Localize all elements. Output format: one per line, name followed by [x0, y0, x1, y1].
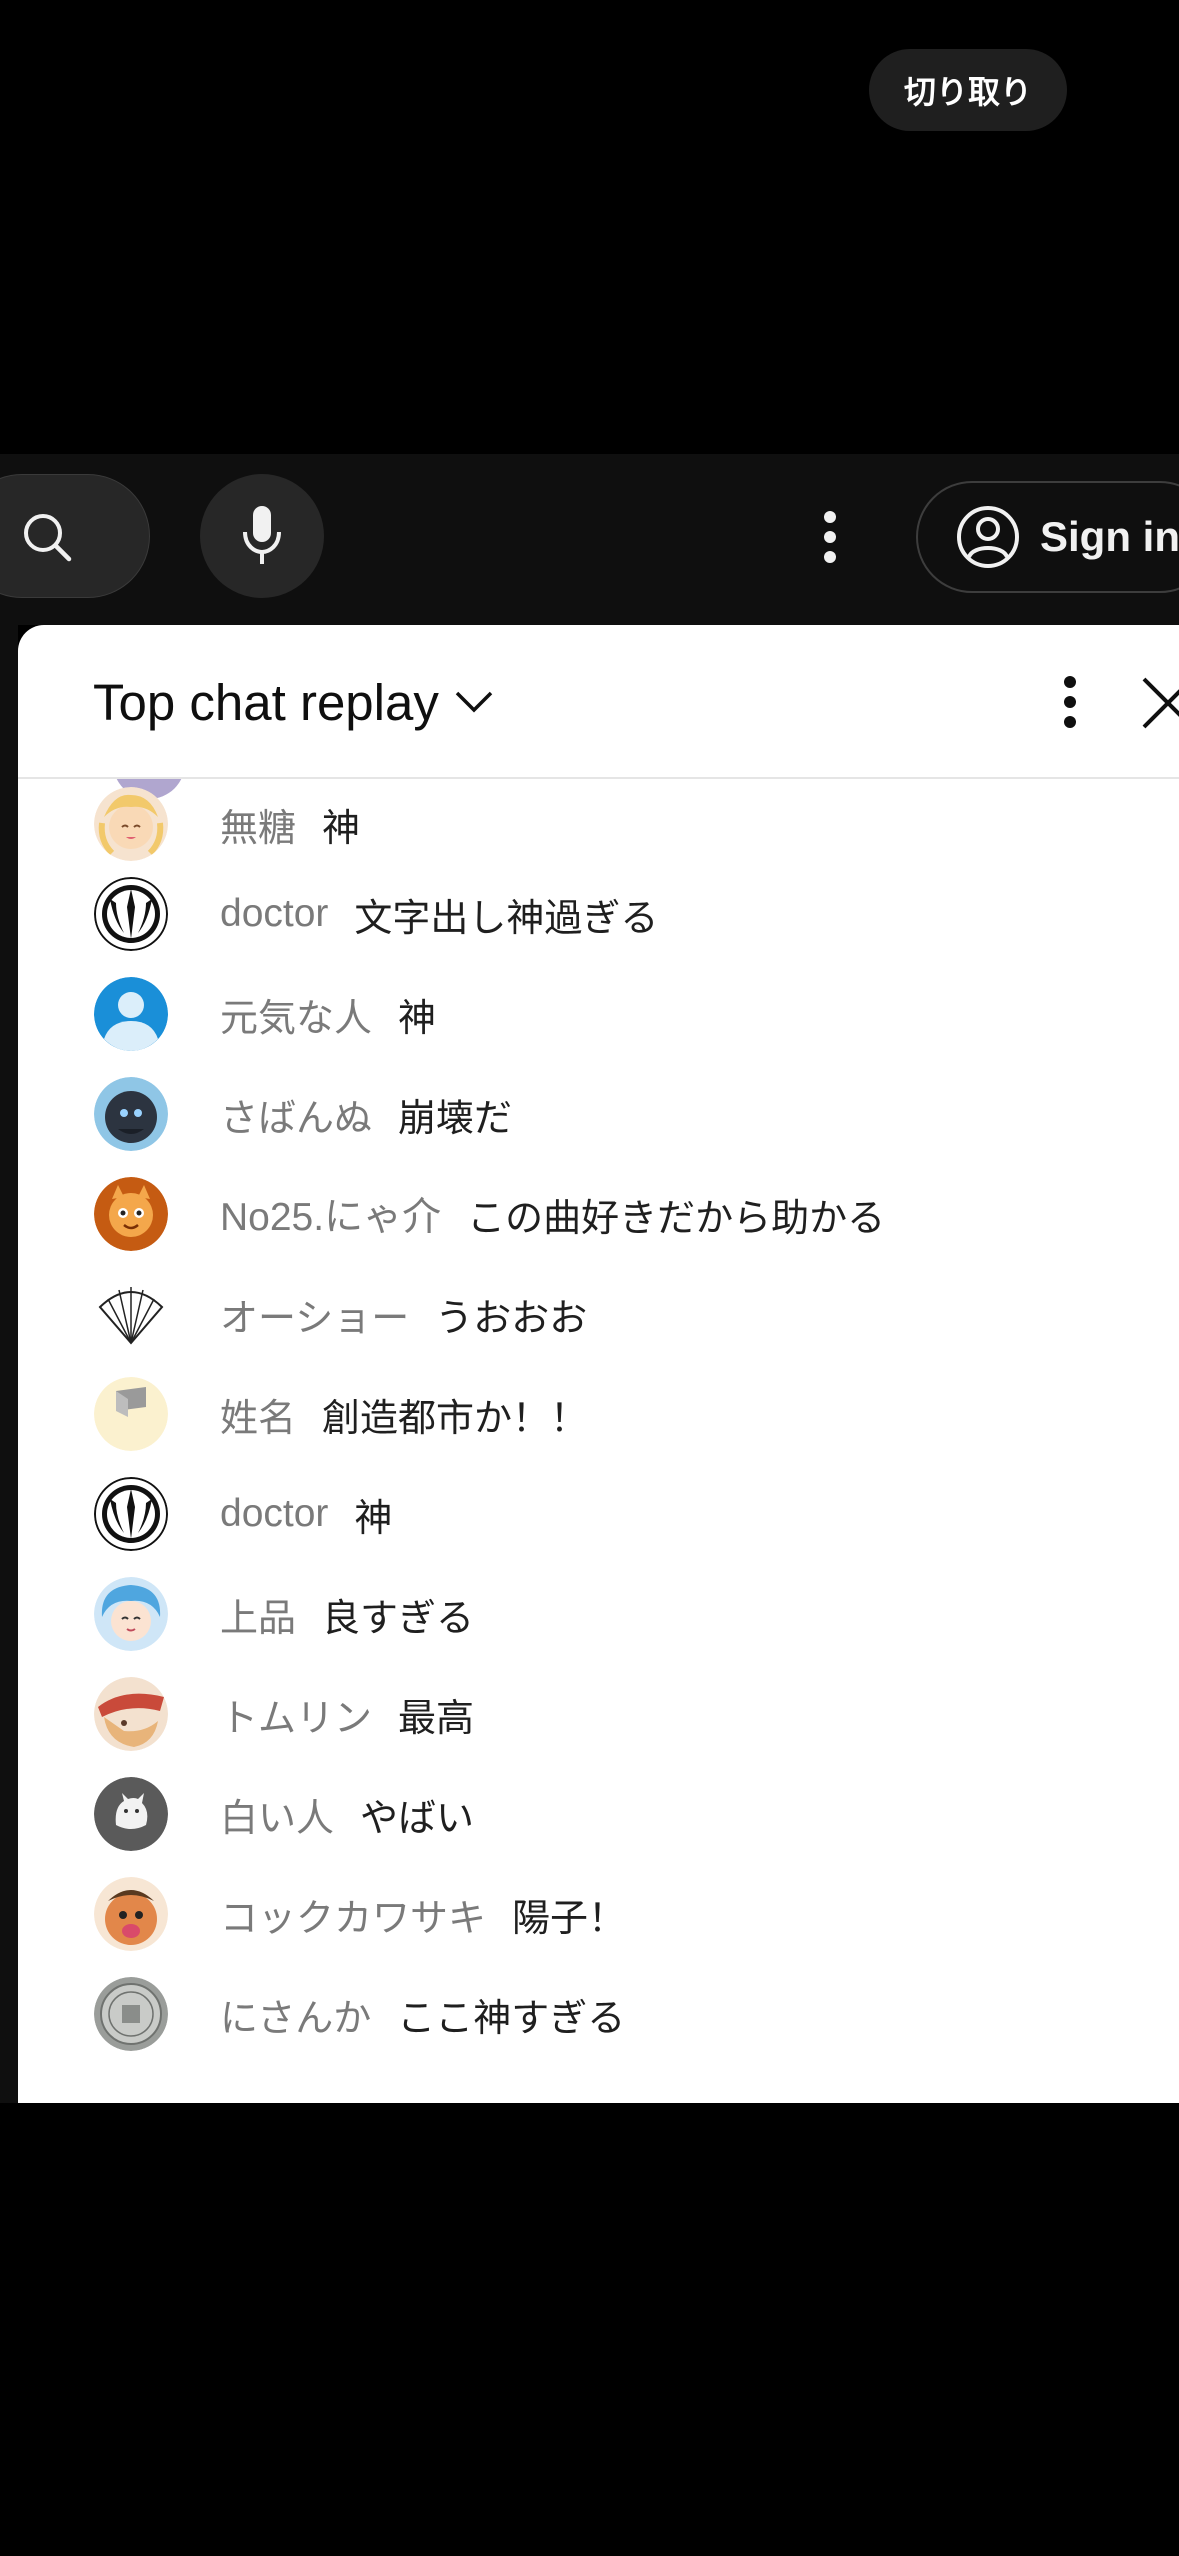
chat-mode-dropdown[interactable]: Top chat replay — [93, 667, 495, 737]
bottom-area — [0, 2103, 1179, 2556]
close-icon[interactable] — [1138, 671, 1179, 733]
avatar — [94, 1377, 168, 1451]
more-vertical-icon — [824, 511, 836, 563]
chat-message: 無糖 神 — [18, 779, 1179, 869]
chat-author[interactable]: 元気な人 — [220, 987, 372, 1042]
chat-message: トムリン 最高 — [18, 1669, 1179, 1759]
avatar — [94, 1277, 168, 1351]
chat-message: 上品 良すぎる — [18, 1569, 1179, 1659]
chat-text: 神 — [398, 995, 437, 1040]
chat-author[interactable]: doctor — [220, 892, 328, 936]
chat-author[interactable]: にさんか — [220, 1987, 371, 2042]
sign-in-label: Sign in — [1040, 513, 1179, 560]
avatar — [94, 977, 168, 1051]
chat-header: Top chat replay — [18, 625, 1179, 779]
chat-author[interactable]: 上品 — [220, 1587, 296, 1642]
chat-message: コックカワサキ 陽子！ — [18, 1869, 1179, 1959]
chat-text: 文字出し神過ぎる — [354, 895, 659, 940]
chat-author[interactable]: さばんぬ — [220, 1087, 372, 1142]
mic-icon — [243, 506, 281, 564]
chat-text: 神 — [354, 1495, 393, 1540]
chat-message: doctor 文字出し神過ぎる — [18, 869, 1179, 959]
chat-message: オーショー うおおお — [18, 1269, 1179, 1359]
chat-message: 姓名 創造都市か！！ — [18, 1369, 1179, 1459]
account-circle-icon — [957, 506, 1019, 568]
crop-button[interactable]: 切り取り — [869, 49, 1067, 131]
chat-message: にさんか ここ神すぎる — [18, 1969, 1179, 2059]
chat-message: さばんぬ 崩壊だ — [18, 1069, 1179, 1159]
chat-message: 白い人 やばい — [18, 1769, 1179, 1859]
chat-text: 崩壊だ — [398, 1095, 513, 1140]
chat-text: 創造都市か！！ — [322, 1395, 589, 1440]
search-button[interactable] — [0, 474, 150, 598]
avatar — [94, 1577, 168, 1651]
chat-panel: Top chat replay 無糖 神 doctor 文字出し神過ぎる 元気な… — [18, 625, 1179, 2103]
chat-title: Top chat replay — [93, 673, 439, 731]
chat-text: 最高 — [398, 1695, 475, 1740]
chat-text: ここ神すぎる — [397, 1995, 626, 2040]
avatar — [94, 1677, 168, 1751]
chat-author[interactable]: トムリン — [220, 1687, 372, 1742]
chat-text: うおおお — [435, 1295, 588, 1340]
header-more-button[interactable] — [799, 499, 861, 575]
avatar — [94, 787, 168, 861]
chat-author[interactable]: 白い人 — [220, 1787, 334, 1842]
voice-search-button[interactable] — [200, 474, 324, 598]
chat-author[interactable]: 姓名 — [220, 1387, 296, 1442]
chat-message-list[interactable]: 無糖 神 doctor 文字出し神過ぎる 元気な人 神 さばんぬ 崩壊だ No2… — [18, 779, 1179, 2103]
avatar — [94, 1877, 168, 1951]
more-vertical-icon — [1064, 676, 1076, 728]
chat-author[interactable]: doctor — [220, 1492, 328, 1536]
chat-author[interactable]: オーショー — [220, 1287, 409, 1342]
chat-author[interactable]: コックカワサキ — [220, 1887, 486, 1942]
chat-more-button[interactable] — [1040, 669, 1100, 735]
avatar — [94, 1177, 168, 1251]
search-icon — [24, 514, 72, 562]
crop-label: 切り取り — [903, 73, 1032, 111]
chat-message: 元気な人 神 — [18, 969, 1179, 1059]
chat-message: doctor 神 — [18, 1469, 1179, 1559]
chat-author[interactable]: No25.にゃ介 — [220, 1186, 441, 1242]
avatar — [94, 1977, 168, 2051]
sign-in-button[interactable]: Sign in — [916, 481, 1179, 593]
avatar — [94, 1777, 168, 1851]
chat-text: 神 — [322, 805, 361, 850]
avatar — [94, 1077, 168, 1151]
chevron-down-icon — [455, 691, 493, 713]
chat-text: この曲好きだから助かる — [467, 1195, 886, 1240]
chat-text: 良すぎる — [322, 1595, 475, 1640]
chat-text: やばい — [360, 1795, 475, 1840]
chat-message: No25.にゃ介 この曲好きだから助かる — [18, 1169, 1179, 1259]
left-edge-strip — [0, 625, 18, 2103]
chat-text: 陽子！ — [512, 1895, 627, 1940]
chat-author[interactable]: 無糖 — [220, 797, 296, 852]
avatar — [94, 877, 168, 951]
avatar — [94, 1477, 168, 1551]
